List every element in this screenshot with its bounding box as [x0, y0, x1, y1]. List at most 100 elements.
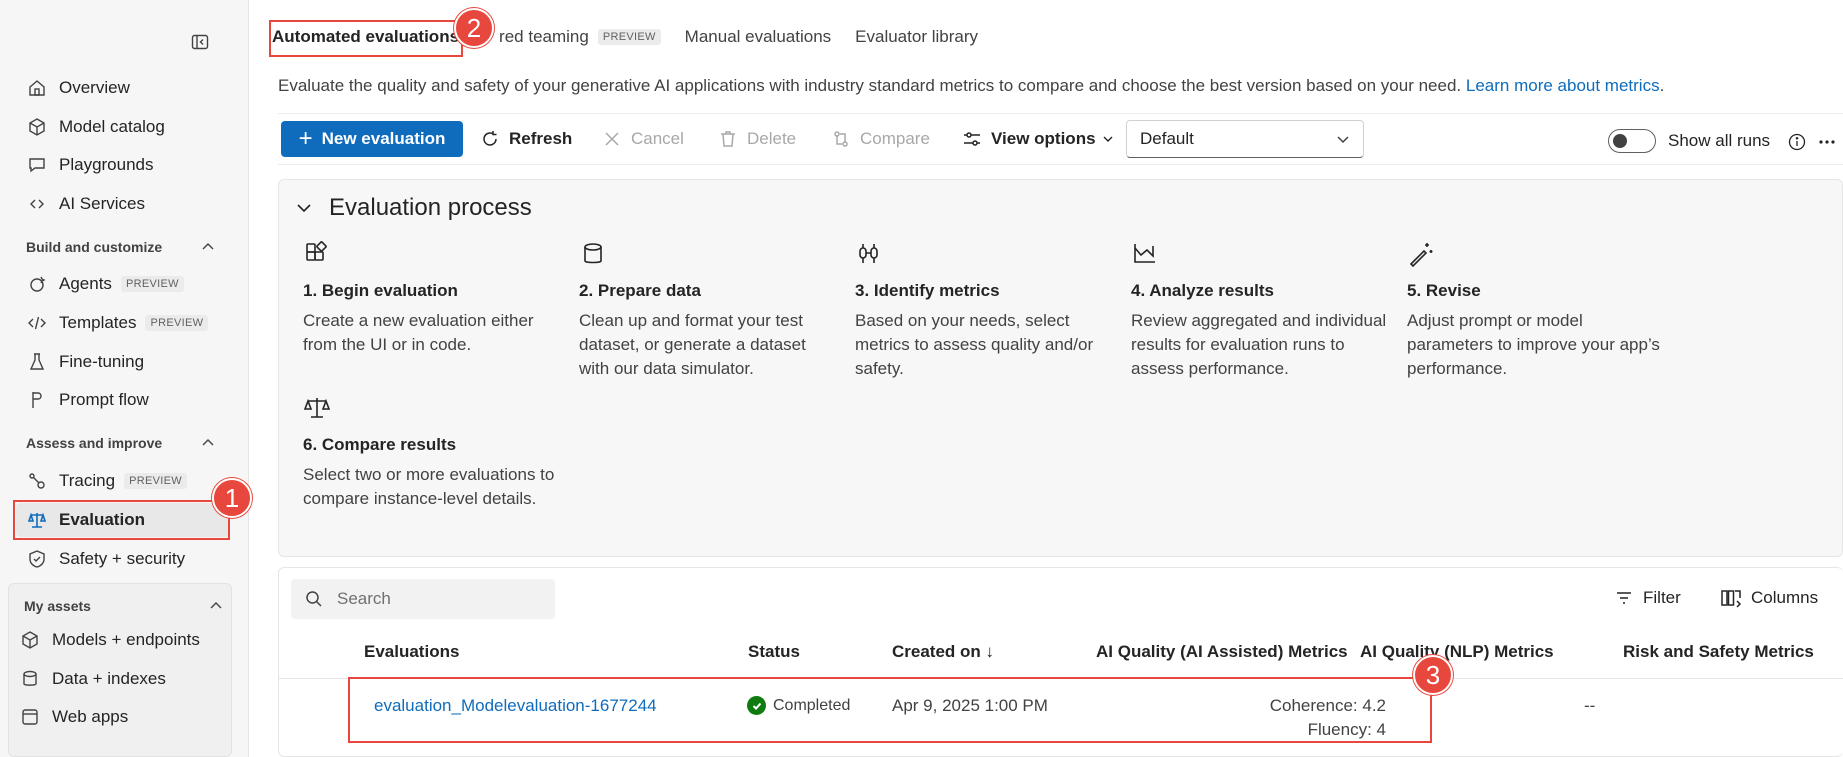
- toolbar: + New evaluation Refresh Cancel Delete C…: [278, 113, 1843, 165]
- sidebar-item-label: Safety + security: [59, 549, 186, 568]
- process-step: 4. Analyze results Review aggregated and…: [1131, 240, 1391, 381]
- magic-wand-icon: [1409, 243, 1433, 268]
- sidebar-item-prompt-flow[interactable]: Prompt flow: [16, 383, 230, 417]
- process-step: 2. Prepare data Clean up and format your…: [579, 240, 839, 381]
- sidebar-item-label: Models + endpoints: [52, 630, 200, 649]
- evaluation-process-panel: Evaluation process 1. Begin evaluation C…: [278, 179, 1843, 557]
- section-assess-improve[interactable]: Assess and improve: [26, 431, 216, 455]
- sidebar-item-label: AI Services: [59, 194, 145, 213]
- code-icon: [26, 312, 48, 334]
- search-input[interactable]: Search: [291, 579, 555, 619]
- show-all-runs-toggle[interactable]: [1608, 129, 1656, 153]
- my-assets-panel: My assets Models + endpoints Data + inde…: [8, 583, 232, 757]
- home-icon: [26, 77, 48, 99]
- highlight-box-evaluation: [13, 500, 230, 540]
- database-icon: [19, 668, 41, 690]
- flask-icon: [26, 351, 48, 373]
- tab-red-teaming[interactable]: red teaming PREVIEW: [499, 27, 661, 47]
- sidebar-item-label: Playgrounds: [59, 155, 154, 174]
- cancel-button[interactable]: Cancel: [602, 121, 684, 157]
- sidebar-item-label: Web apps: [52, 707, 129, 726]
- page-description: Evaluate the quality and safety of your …: [278, 76, 1665, 95]
- sidebar-item-label: Templates: [59, 313, 137, 332]
- sidebar-item-agents[interactable]: Agents PREVIEW: [16, 267, 230, 301]
- show-all-runs-label: Show all runs: [1668, 131, 1771, 150]
- filter-icon: [1617, 592, 1631, 604]
- sidebar-item-label: Model catalog: [59, 117, 165, 136]
- filter-button[interactable]: Filter: [1614, 588, 1681, 608]
- preview-badge: PREVIEW: [597, 29, 661, 45]
- chevron-up-icon: [210, 602, 222, 609]
- sidebar-item-ai-services[interactable]: AI Services: [16, 187, 230, 221]
- apps-add-icon: [306, 241, 327, 261]
- cube-icon: [26, 116, 48, 138]
- chat-icon: [26, 154, 48, 176]
- sidebar-item-label: Prompt flow: [59, 390, 149, 409]
- column-header-ai-assisted-metrics[interactable]: AI Quality (AI Assisted) Metrics: [1096, 642, 1348, 662]
- cube-icon: [19, 629, 41, 651]
- process-step: 1. Begin evaluation Create a new evaluat…: [303, 240, 563, 357]
- column-header-status[interactable]: Status: [748, 642, 800, 662]
- more-options-icon[interactable]: [1818, 139, 1836, 145]
- column-header-risk-safety-metrics[interactable]: Risk and Safety Metrics: [1623, 642, 1814, 662]
- sidebar-item-label: Overview: [59, 78, 130, 97]
- agents-icon: [26, 273, 48, 295]
- info-icon[interactable]: [1788, 133, 1806, 151]
- sidebar-item-models-endpoints[interactable]: Models + endpoints: [9, 623, 223, 657]
- view-select[interactable]: Default: [1126, 120, 1364, 158]
- refresh-icon: [483, 131, 497, 146]
- annotation-badge: 3: [1413, 655, 1453, 695]
- sidebar-item-overview[interactable]: Overview: [16, 71, 230, 105]
- trash-icon: [721, 131, 735, 147]
- chevron-up-icon: [202, 439, 214, 446]
- tab-manual-evaluations[interactable]: Manual evaluations: [685, 27, 831, 47]
- sidebar-item-label: Tracing: [59, 471, 116, 490]
- section-build-customize[interactable]: Build and customize: [26, 235, 216, 259]
- annotation-badge: 1: [212, 478, 252, 518]
- section-my-assets[interactable]: My assets: [24, 594, 224, 618]
- database-icon: [584, 243, 602, 264]
- sidebar-item-playgrounds[interactable]: Playgrounds: [16, 148, 230, 182]
- process-step: 5. Revise Adjust prompt or model paramet…: [1407, 240, 1667, 381]
- highlight-box-automated-tab: [269, 20, 463, 57]
- column-header-evaluations[interactable]: Evaluations: [364, 642, 459, 662]
- chevron-up-icon: [202, 243, 214, 250]
- tracing-icon: [26, 470, 48, 492]
- preview-badge: PREVIEW: [120, 276, 184, 292]
- sidebar-item-web-apps[interactable]: Web apps: [9, 700, 223, 734]
- tab-evaluator-library[interactable]: Evaluator library: [855, 27, 978, 47]
- process-header[interactable]: Evaluation process: [295, 194, 532, 222]
- column-header-created-on[interactable]: Created on ↓: [892, 642, 994, 662]
- delete-button[interactable]: Delete: [718, 121, 796, 157]
- sidebar-item-model-catalog[interactable]: Model catalog: [16, 110, 230, 144]
- process-step: 6. Compare results Select two or more ev…: [303, 394, 563, 511]
- nlp-metric-value: --: [1584, 696, 1596, 715]
- collapse-sidebar-icon[interactable]: [188, 30, 212, 54]
- prompt-flow-icon: [26, 389, 48, 411]
- sidebar-item-templates[interactable]: Templates PREVIEW: [16, 306, 230, 340]
- web-app-icon: [19, 706, 41, 728]
- compare-button[interactable]: Compare: [831, 121, 930, 157]
- sidebar-item-data-indexes[interactable]: Data + indexes: [9, 662, 223, 696]
- chevron-down-icon: [297, 204, 311, 213]
- sidebar: Overview Model catalog Playgrounds AI Se…: [0, 0, 249, 757]
- learn-more-link[interactable]: Learn more about metrics: [1466, 76, 1660, 95]
- process-title: Evaluation process: [329, 194, 532, 221]
- chevron-down-icon: [1103, 136, 1113, 142]
- chevron-down-icon: [1337, 136, 1349, 144]
- view-options-button[interactable]: View options: [962, 121, 1114, 157]
- toggle-knob: [1613, 134, 1627, 148]
- metrics-icon: [859, 244, 878, 263]
- new-evaluation-button[interactable]: + New evaluation: [281, 121, 463, 157]
- sidebar-item-tracing[interactable]: Tracing PREVIEW: [16, 464, 230, 498]
- column-header-nlp-metrics[interactable]: AI Quality (NLP) Metrics: [1360, 642, 1554, 662]
- shield-icon: [26, 548, 48, 570]
- sidebar-item-safety-security[interactable]: Safety + security: [16, 542, 230, 576]
- sidebar-item-label: Fine-tuning: [59, 352, 145, 371]
- link-icon: [26, 193, 48, 215]
- columns-button[interactable]: Columns: [1720, 588, 1818, 608]
- preview-badge: PREVIEW: [124, 473, 187, 489]
- sidebar-item-fine-tuning[interactable]: Fine-tuning: [16, 345, 230, 379]
- columns-icon: [1721, 590, 1742, 608]
- refresh-button[interactable]: Refresh: [480, 121, 572, 157]
